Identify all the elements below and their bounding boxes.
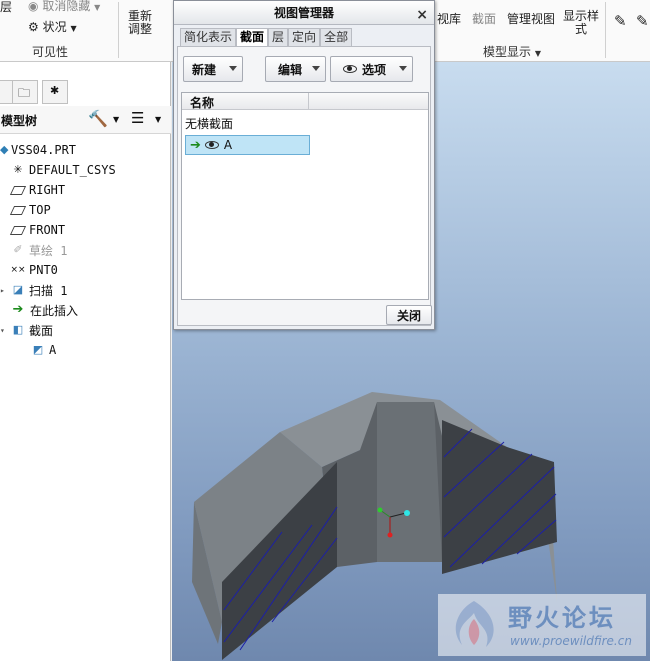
tab-orient[interactable]: 定向 [288, 28, 321, 46]
datum-plane-icon [9, 185, 27, 195]
chevron-down-icon: ▼ [70, 24, 77, 33]
tab-simplified-reps[interactable]: 简化表示 [180, 28, 237, 46]
unhide-button[interactable]: ◉ 取消隐藏 ▼ [28, 0, 100, 14]
options-button[interactable]: 选项 [330, 56, 413, 82]
tree-item-default-csys[interactable]: ✳ DEFAULT_CSYS [10, 160, 115, 180]
part-icon: ◆ [0, 143, 9, 156]
model-inner-back [377, 402, 442, 562]
tree-item-insert-here[interactable]: ➔ 在此插入 [10, 300, 78, 320]
model-tree-toolbar: 模型树 🔨 ▼ ☰ ▼ [0, 106, 171, 134]
csys-z-marker [387, 532, 393, 538]
sweep-icon: ◪ [12, 283, 24, 296]
chevron-down-icon[interactable]: ▼ [155, 115, 161, 124]
flame-logo-icon [455, 601, 494, 647]
view-library-button[interactable]: 视库 [437, 10, 461, 27]
gears-icon: ⚙ [28, 20, 39, 34]
layer-button[interactable]: 层 [0, 0, 12, 15]
section-folder-icon: ◧ [12, 323, 24, 336]
sketch-icon: ✐ [13, 243, 23, 256]
eye-icon [343, 65, 357, 73]
chevron-down-icon: ▼ [534, 49, 541, 58]
tab-sections[interactable]: 截面 [236, 28, 269, 47]
chevron-right-icon[interactable]: ▸ [0, 286, 10, 295]
watermark: 野火论坛 www.proewildfire.cn [438, 594, 646, 656]
datum-point-icon: ×× [10, 265, 26, 275]
ribbon-divider [605, 2, 606, 58]
visibility-group-label: 可见性 [32, 45, 69, 59]
chevron-down-icon [312, 66, 320, 71]
list-item-no-section[interactable]: 无横截面 [185, 113, 233, 133]
edit-button[interactable]: 编辑 [265, 56, 326, 82]
dialog-tabs: 简化表示 截面 层 定向 全部 [180, 28, 353, 47]
ribbon-divider [118, 2, 119, 58]
tab-folder-browser[interactable]: 🗀 [12, 80, 38, 104]
chevron-down-icon [399, 66, 407, 71]
folder-icon: 🗀 [18, 86, 31, 100]
chevron-down-icon[interactable]: ▾ [0, 326, 10, 335]
datum-plane-icon [9, 205, 27, 215]
section-list: 名称 无横截面 ➔ A [181, 92, 429, 300]
tree-item-pnt0[interactable]: ×× PNT0 [10, 260, 57, 280]
dialog-body: 新建 编辑 选项 名称 无横截面 ➔ A 关闭 [177, 46, 432, 326]
manage-views-button[interactable]: 管理视图 [507, 10, 555, 27]
list-item-section-a[interactable]: ➔ A [185, 135, 310, 155]
csys-x-marker [404, 510, 410, 516]
tree-item-section-a[interactable]: ◩ A [30, 340, 56, 360]
navigator-tabs: 🗀 ✱ [0, 76, 171, 106]
chevron-down-icon [229, 66, 237, 71]
csys-icon: ✳ [13, 163, 23, 176]
section-button[interactable]: 截面 [472, 10, 496, 27]
status-button[interactable]: ⚙ 状况 ▼ [28, 18, 77, 35]
tree-item-front[interactable]: FRONT [9, 220, 65, 240]
tree-item-right[interactable]: RIGHT [9, 180, 65, 200]
tree-item-part[interactable]: ◆ VSS04.PRT [0, 140, 76, 160]
eye-icon [204, 141, 219, 149]
settings-list-icon[interactable]: ☰ [131, 109, 144, 127]
watermark-title: 野火论坛 [508, 604, 616, 632]
display-style-button[interactable]: 显示样 式 [563, 10, 599, 36]
name-column-header[interactable]: 名称 [190, 94, 214, 111]
insert-arrow-icon: ➔ [12, 302, 24, 317]
tab-favorites[interactable]: ✱ [42, 80, 68, 104]
close-button[interactable]: 关闭 [386, 305, 432, 325]
active-arrow-icon: ➔ [190, 137, 201, 153]
eye-icon: ◉ [28, 0, 39, 13]
new-button[interactable]: 新建 [183, 56, 243, 82]
tree-item-sections[interactable]: ▾ ◧ 截面 [0, 320, 53, 340]
chevron-down-icon[interactable]: ▼ [113, 115, 119, 124]
dialog-title: 视图管理器 [273, 6, 334, 20]
tab-layers[interactable]: 层 [268, 28, 289, 46]
model-display-group-label: 模型显示 ▼ [483, 45, 541, 59]
view-manager-dialog: 视图管理器 × 简化表示 截面 层 定向 全部 新建 编辑 选项 名称 无横截面… [173, 0, 435, 330]
close-icon[interactable]: × [416, 3, 428, 27]
tree-item-top[interactable]: TOP [9, 200, 51, 220]
tree-item-sweep[interactable]: ▸ ◪ 扫描 1 [0, 280, 67, 300]
section-icon: ◩ [32, 343, 44, 356]
left-panel: 🗀 ✱ 模型树 🔨 ▼ ☰ ▼ ◆ VSS04.PRT ✳ DEFAULT_CS… [0, 62, 171, 661]
csys-y-marker [377, 507, 383, 513]
regenerate-button[interactable]: 重新 调整 [128, 10, 152, 36]
column-divider[interactable] [308, 93, 309, 110]
watermark-url: www.proewildfire.cn [510, 634, 632, 648]
list-header: 名称 [182, 93, 428, 110]
tab-all[interactable]: 全部 [320, 28, 353, 46]
star-icon: ✱ [50, 84, 60, 97]
dialog-titlebar[interactable]: 视图管理器 × [174, 1, 434, 25]
tree-item-sketch[interactable]: ✐ 草绘 1 [10, 240, 67, 260]
sketch-icon[interactable]: ✎ [636, 12, 649, 30]
chevron-down-icon: ▼ [94, 3, 101, 12]
model-tree-title: 模型树 [1, 114, 38, 128]
sketch-icon[interactable]: ✎ [614, 12, 627, 30]
datum-plane-icon [9, 225, 27, 235]
tools-icon[interactable]: 🔨 [88, 109, 108, 128]
